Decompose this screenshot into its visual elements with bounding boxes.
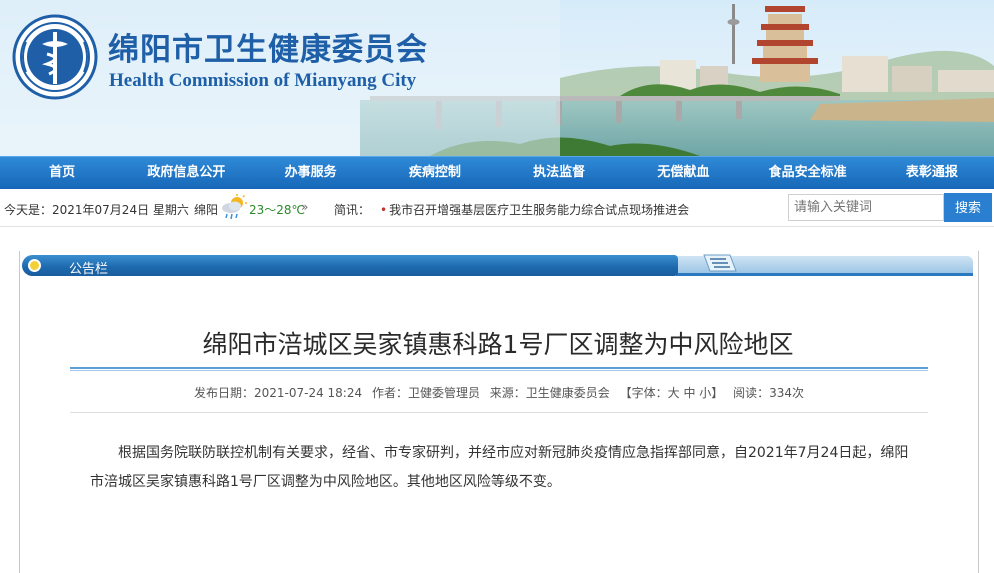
main-navigation: 首页 政府信息公开 办事服务 疾病控制 执法监督 无偿献血 食品安全标准 表彰通…	[0, 156, 994, 189]
title-divider	[70, 367, 928, 371]
font-size-switcher[interactable]: 【字体：大 中 小】	[620, 386, 724, 400]
page: 绵阳市卫生健康委员会 Health Commission of Mianyang…	[0, 0, 994, 573]
health-emblem-icon	[12, 14, 98, 100]
header-banner: 绵阳市卫生健康委员会 Health Commission of Mianyang…	[0, 0, 994, 156]
meta-divider	[70, 412, 928, 413]
nav-item-commendations[interactable]: 表彰通报	[870, 157, 994, 189]
search-input[interactable]	[788, 194, 944, 221]
panel-header-bar	[22, 255, 678, 276]
weather-temperature: 23～28℃	[249, 203, 306, 217]
news-ticker-text: 我市召开增强基层医疗卫生服务能力综合试点现场推进会	[389, 203, 690, 217]
list-lines-icon	[703, 254, 737, 272]
current-date: 今天是：2021年07月24日 星期六	[4, 203, 189, 217]
cloud-rain-sun-icon	[222, 194, 247, 220]
panel-bullet-icon	[28, 259, 41, 272]
nav-item-services[interactable]: 办事服务	[249, 157, 373, 189]
article-meta: 发布日期：2021-07-24 18:24 作者：卫健委管理员 来源：卫生健康委…	[70, 384, 928, 401]
weather-more-link[interactable]: »	[301, 200, 308, 214]
nav-item-home[interactable]: 首页	[0, 157, 124, 189]
site-title-english: Health Commission of Mianyang City	[109, 70, 417, 91]
info-bar: 今天是：2021年07月24日 星期六 绵阳 23～28℃ » 简讯： • 我市召…	[0, 189, 994, 227]
article-body: 根据国务院联防联控机制有关要求，经省、市专家研判，并经市应对新冠肺炎疫情应急指挥…	[90, 445, 909, 490]
article-date: 发布日期：2021-07-24 18:24	[193, 386, 363, 400]
weather-city: 绵阳	[194, 203, 219, 217]
bullet-icon: •	[380, 203, 388, 217]
news-ticker-label: 简讯：	[334, 203, 371, 217]
nav-item-disease-control[interactable]: 疾病控制	[373, 157, 497, 189]
search-button[interactable]: 搜索	[944, 193, 992, 222]
article-source: 来源：卫生健康委员会	[489, 386, 610, 400]
news-ticker-item[interactable]: • 我市召开增强基层医疗卫生服务能力综合试点现场推进会	[380, 201, 689, 218]
nav-item-law-enforcement[interactable]: 执法监督	[497, 157, 621, 189]
nav-item-food-safety[interactable]: 食品安全标准	[746, 157, 870, 189]
article-views: 阅读：334次	[733, 386, 805, 400]
article-author: 作者：卫健委管理员	[371, 386, 480, 400]
panel-title: 公告栏	[69, 262, 109, 277]
nav-item-gov-info[interactable]: 政府信息公开	[124, 157, 248, 189]
site-title-chinese: 绵阳市卫生健康委员会	[108, 32, 428, 68]
nav-item-blood-donation[interactable]: 无偿献血	[621, 157, 745, 189]
article-title: 绵阳市涪城区吴家镇惠科路1号厂区调整为中风险地区	[202, 330, 794, 359]
